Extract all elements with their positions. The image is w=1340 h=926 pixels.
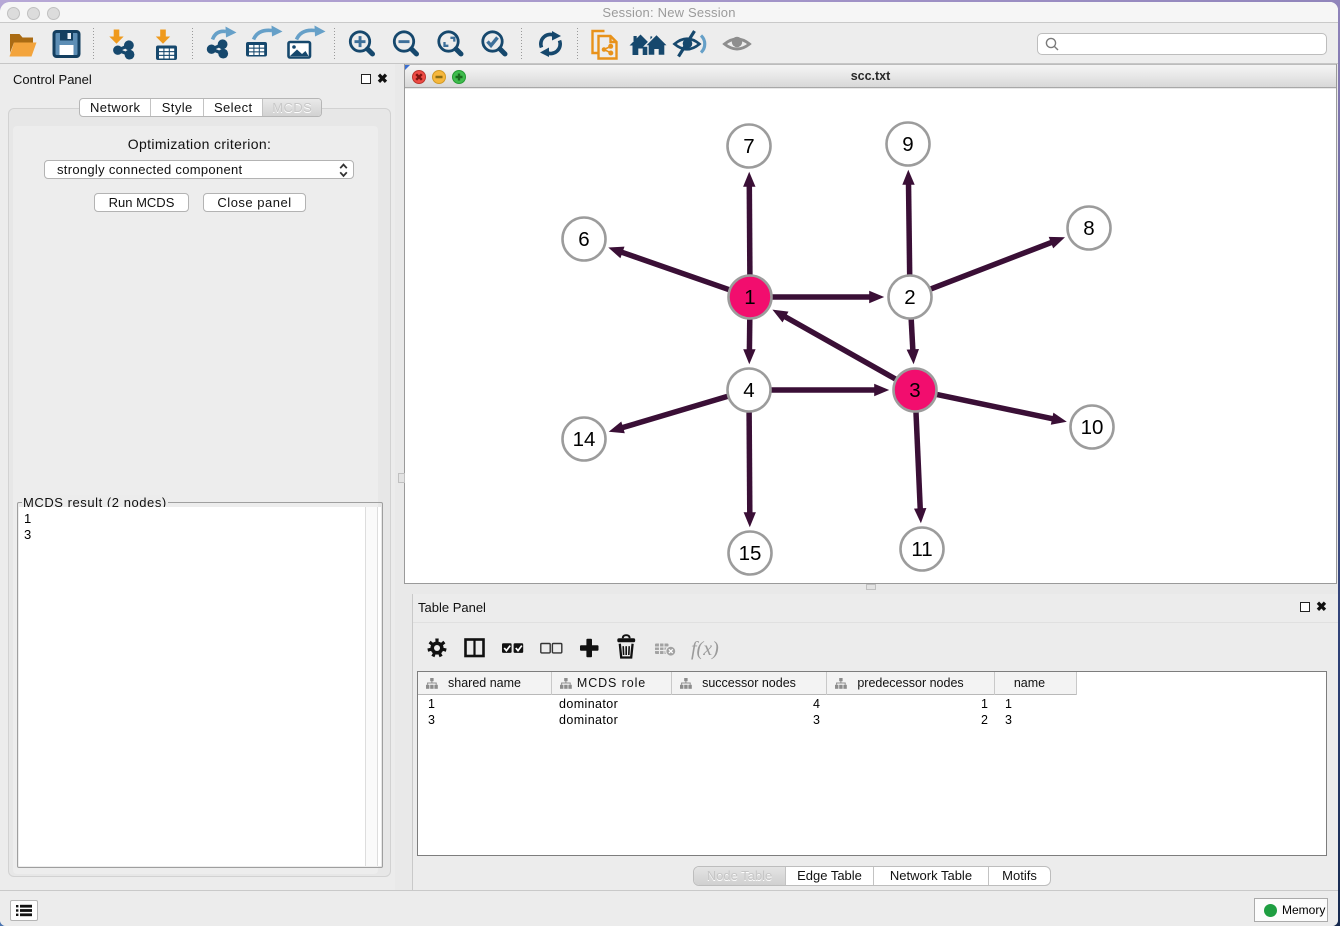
svg-text:8: 8 — [1083, 217, 1094, 240]
svg-text:6: 6 — [578, 228, 589, 251]
svg-text:2: 2 — [904, 286, 915, 309]
svg-text:11: 11 — [911, 538, 932, 561]
svg-text:15: 15 — [739, 542, 762, 565]
svg-text:14: 14 — [573, 428, 596, 451]
svg-text:9: 9 — [902, 133, 913, 156]
svg-text:f(x): f(x) — [691, 638, 719, 660]
svg-text:1: 1 — [744, 286, 755, 309]
svg-text:7: 7 — [743, 135, 754, 158]
svg-text:3: 3 — [909, 379, 920, 402]
svg-text:4: 4 — [743, 379, 754, 402]
svg-text:10: 10 — [1081, 416, 1104, 439]
